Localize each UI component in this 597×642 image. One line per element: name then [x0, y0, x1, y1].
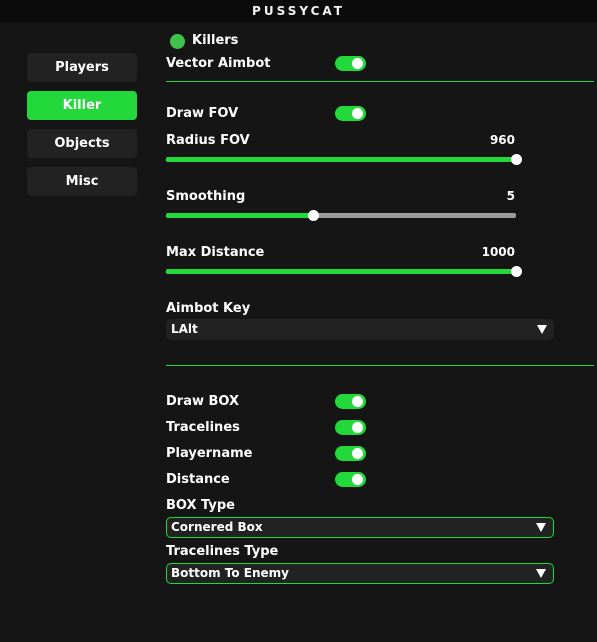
aimbot-key-label: Aimbot Key [166, 301, 251, 316]
dropdown-value: LAlt [171, 322, 198, 336]
section-title: Killers [192, 33, 239, 48]
dropdown-value: Bottom To Enemy [171, 566, 290, 580]
slider-handle[interactable] [511, 266, 522, 277]
max-distance-slider[interactable] [166, 266, 522, 277]
max-distance-value: 1000 [481, 245, 515, 259]
draw-fov-label: Draw FOV [166, 106, 239, 121]
nav-button-label: Objects [54, 136, 110, 151]
toggle-knob [352, 448, 363, 459]
nav-button-label: Killer [62, 98, 102, 113]
smoothing-value: 5 [506, 189, 515, 203]
nav-button-label: Misc [65, 174, 99, 189]
draw-fov-toggle[interactable] [335, 106, 366, 121]
toggle-knob [352, 58, 363, 69]
vector-aimbot-label: Vector Aimbot [166, 56, 271, 71]
toggle-knob [352, 422, 363, 433]
playername-label: Playername [166, 446, 253, 461]
box-type-dropdown[interactable]: Cornered Box [166, 517, 554, 538]
tracelines-label: Tracelines [166, 420, 240, 435]
nav-button-players[interactable]: Players [27, 53, 137, 82]
distance-toggle[interactable] [335, 472, 366, 487]
tracelines-type-label: Tracelines Type [166, 544, 279, 559]
radius-fov-slider[interactable] [166, 154, 522, 165]
draw-box-label: Draw BOX [166, 394, 240, 409]
smoothing-label: Smoothing [166, 189, 246, 204]
slider-fill [166, 213, 313, 218]
toggle-knob [352, 396, 363, 407]
slider-fill [166, 157, 516, 162]
dropdown-arrow-icon [536, 523, 546, 532]
toggle-knob [352, 108, 363, 119]
slider-handle[interactable] [511, 154, 522, 165]
tracelines-type-dropdown[interactable]: Bottom To Enemy [166, 563, 554, 584]
draw-box-toggle[interactable] [335, 394, 366, 409]
separator [166, 81, 594, 82]
dropdown-arrow-icon [537, 325, 547, 334]
window-title: PUSSYCAT [252, 4, 345, 18]
aimbot-key-dropdown[interactable]: LAlt [166, 319, 554, 340]
dropdown-arrow-icon [536, 569, 546, 578]
status-dot-icon [170, 34, 185, 49]
max-distance-label: Max Distance [166, 245, 265, 260]
nav-button-misc[interactable]: Misc [27, 167, 137, 196]
separator [166, 365, 594, 366]
dropdown-value: Cornered Box [171, 520, 263, 534]
title-bar: PUSSYCAT [0, 0, 597, 22]
nav-button-objects[interactable]: Objects [27, 129, 137, 158]
slider-handle[interactable] [308, 210, 319, 221]
playername-toggle[interactable] [335, 446, 366, 461]
smoothing-slider[interactable] [166, 210, 516, 221]
nav-button-label: Players [55, 60, 109, 75]
vector-aimbot-toggle[interactable] [335, 56, 366, 71]
radius-fov-label: Radius FOV [166, 133, 250, 148]
distance-label: Distance [166, 472, 230, 487]
nav-button-killer[interactable]: Killer [27, 91, 137, 120]
radius-fov-value: 960 [489, 133, 515, 147]
toggle-knob [352, 474, 363, 485]
tracelines-toggle[interactable] [335, 420, 366, 435]
slider-fill [166, 269, 516, 274]
box-type-label: BOX Type [166, 498, 235, 513]
